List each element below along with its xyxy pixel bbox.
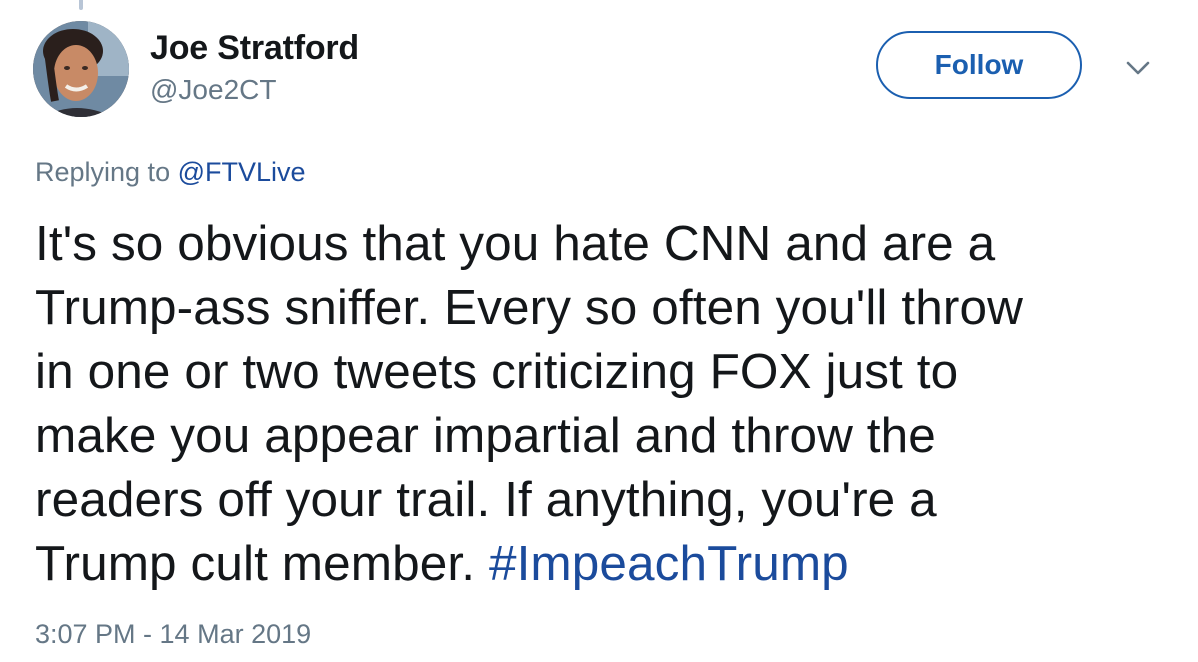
display-name[interactable]: Joe Stratford — [150, 28, 359, 68]
hashtag-link[interactable]: #ImpeachTrump — [489, 536, 849, 591]
tweet-line: in one or two tweets criticizing FOX jus… — [35, 344, 959, 399]
avatar[interactable] — [33, 21, 129, 117]
tweet-line-text: Trump cult member. — [35, 536, 476, 591]
reply-context: Replying to @FTVLive — [35, 156, 306, 188]
user-handle[interactable]: @Joe2CT — [150, 72, 359, 108]
tweet-line: Trump cult member. #ImpeachTrump — [35, 532, 1165, 596]
tweet-line: make you appear impartial and throw the — [35, 408, 936, 463]
timestamp[interactable]: 3:07 PM - 14 Mar 2019 — [35, 618, 311, 650]
follow-button[interactable]: Follow — [876, 31, 1082, 99]
tweet-text: It's so obvious that you hate CNN and ar… — [35, 212, 1165, 596]
tweet-line: It's so obvious that you hate CNN and ar… — [35, 216, 996, 271]
reply-prefix: Replying to — [35, 157, 171, 187]
tweet-line: readers off your trail. If anything, you… — [35, 472, 937, 527]
chevron-down-icon[interactable] — [1124, 58, 1152, 78]
reply-mention-link[interactable]: @FTVLive — [178, 157, 306, 187]
user-info: Joe Stratford @Joe2CT — [150, 28, 359, 108]
avatar-image — [33, 21, 129, 117]
tweet-line: Trump-ass sniffer. Every so often you'll… — [35, 280, 1023, 335]
tweet-card: Joe Stratford @Joe2CT Follow Replying to… — [0, 0, 1198, 662]
thread-connector-line — [79, 0, 83, 10]
